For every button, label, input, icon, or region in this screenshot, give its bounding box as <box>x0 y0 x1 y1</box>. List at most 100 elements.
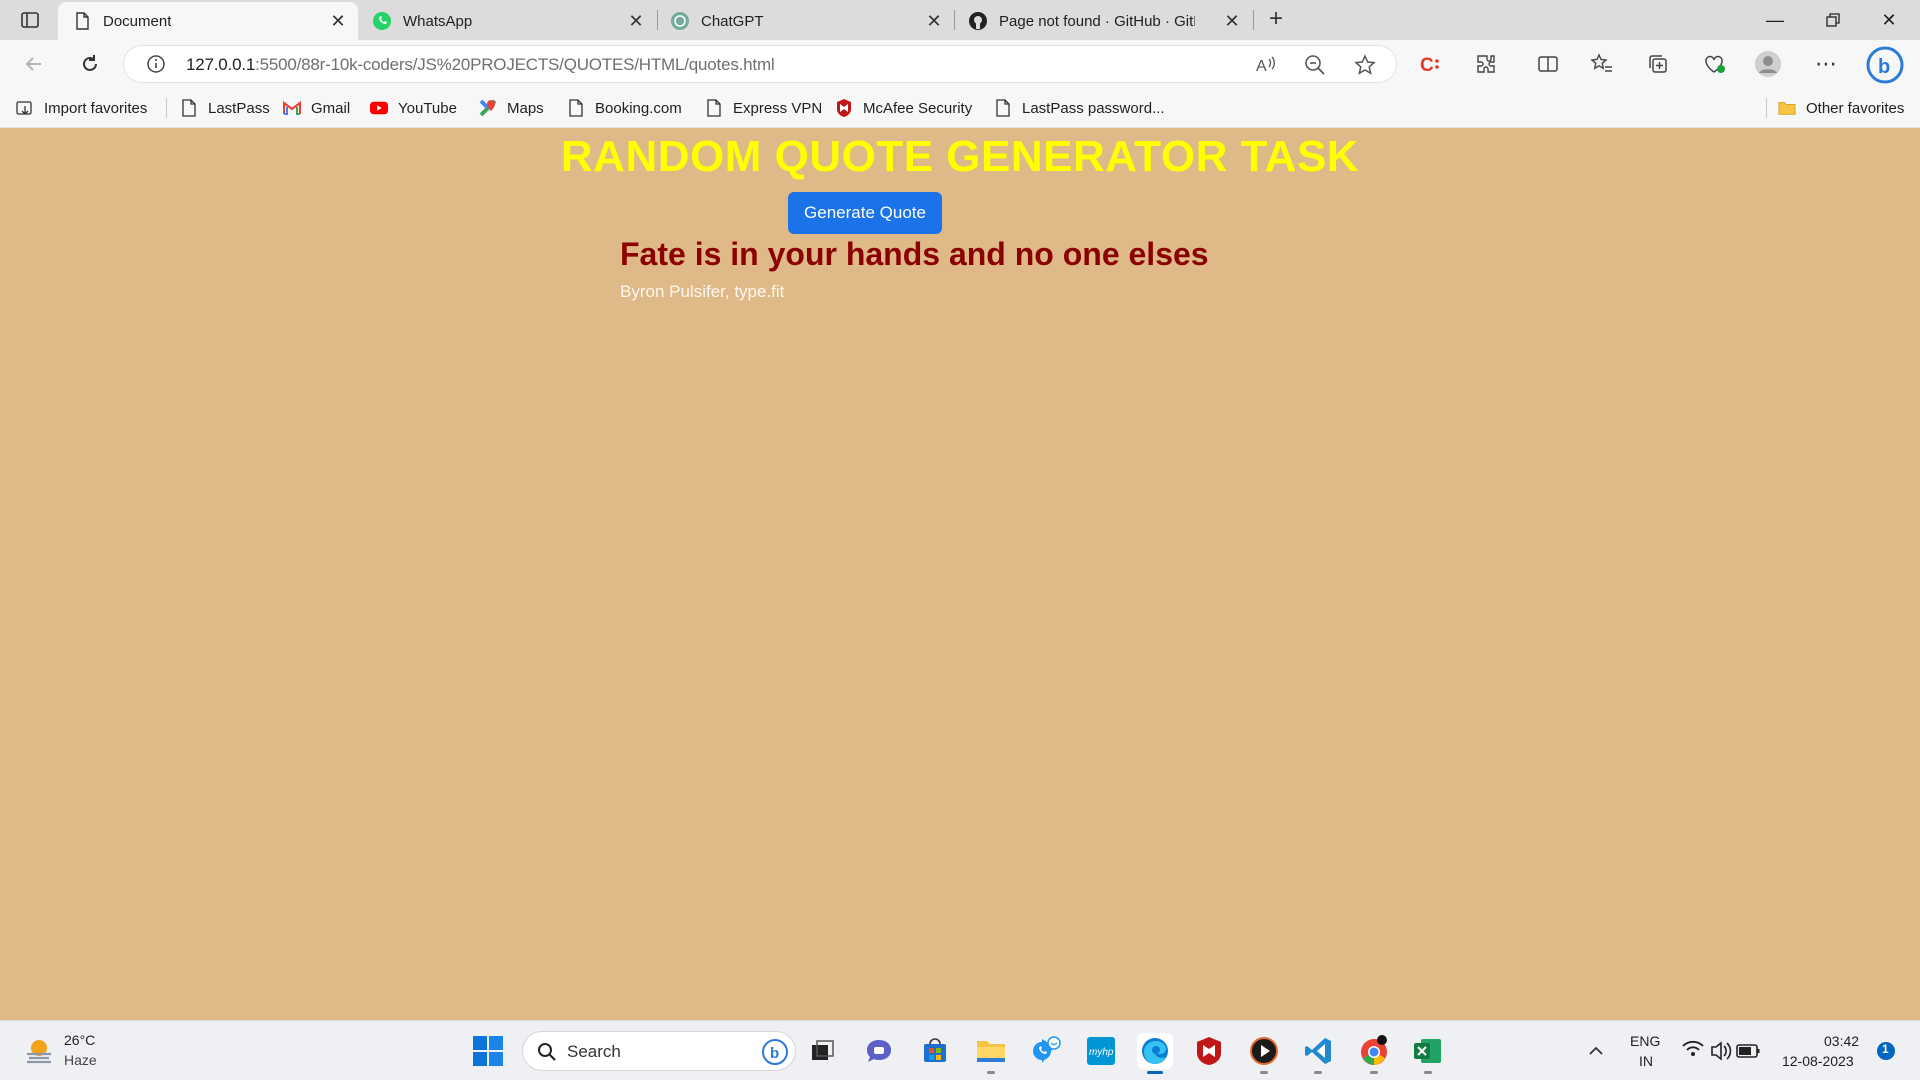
generate-quote-button[interactable]: Generate Quote <box>788 192 942 234</box>
edge-browser-icon[interactable] <box>1137 1033 1173 1074</box>
tab-github[interactable]: Page not found · GitHub · GitHub ✕ <box>954 2 1252 40</box>
collections-icon[interactable] <box>1644 50 1672 78</box>
show-hidden-icons[interactable] <box>1586 1021 1606 1080</box>
myhp-icon[interactable]: myhp <box>1083 1033 1119 1069</box>
close-window-button[interactable]: ✕ <box>1866 6 1912 34</box>
gmail-icon <box>283 99 301 117</box>
quote-author: Byron Pulsifer, type.fit <box>620 282 785 301</box>
favorite-import[interactable]: Import favorites <box>16 96 147 120</box>
favorite-youtube[interactable]: YouTube <box>370 96 457 120</box>
more-menu-icon[interactable]: ⋯ <box>1812 50 1840 78</box>
favorite-label: Express VPN <box>733 99 823 117</box>
page-icon <box>180 99 198 117</box>
favorite-booking[interactable]: Booking.com <box>567 96 682 120</box>
favorite-label: Booking.com <box>595 99 682 117</box>
weather-widget[interactable]: 26°C Haze <box>20 1030 130 1072</box>
maps-icon <box>479 99 497 117</box>
whatsapp-desktop-icon[interactable] <box>1029 1033 1065 1069</box>
battery-icon <box>1736 1044 1760 1058</box>
other-favorites-label: Other favorites <box>1806 99 1905 117</box>
clock-date: 12-08-2023 <box>1782 1053 1854 1069</box>
favorite-gmail[interactable]: Gmail <box>283 96 350 120</box>
browser-toolbar: 127.0.0.1:5500/88r-10k-coders/JS%20PROJE… <box>0 40 1920 88</box>
close-icon[interactable]: ✕ <box>1222 11 1242 31</box>
svg-text:A: A <box>1256 58 1267 75</box>
bing-copilot-icon[interactable]: b <box>1866 46 1904 84</box>
profile-avatar[interactable] <box>1754 50 1782 78</box>
tab-title: WhatsApp <box>403 13 473 30</box>
page-icon <box>705 99 723 117</box>
taskbar: 26°C Haze Search b myhp ENG IN 03:42 12-… <box>0 1020 1920 1080</box>
favorite-lastpass-password[interactable]: LastPass password... <box>994 96 1165 120</box>
system-status-group[interactable] <box>1680 1021 1764 1080</box>
coupons-extension-icon[interactable]: C <box>1416 50 1444 78</box>
tab-title: Page not found · GitHub · GitHub <box>999 13 1195 30</box>
github-icon <box>968 11 988 31</box>
browser-essentials-icon[interactable] <box>1700 50 1728 78</box>
media-player-icon[interactable] <box>1246 1033 1282 1074</box>
page-title: RANDOM QUOTE GENERATOR TASK <box>560 132 1360 181</box>
address-bar[interactable]: 127.0.0.1:5500/88r-10k-coders/JS%20PROJE… <box>124 46 1396 82</box>
page-content: RANDOM QUOTE GENERATOR TASK Generate Quo… <box>0 128 1920 1020</box>
close-icon[interactable]: ✕ <box>328 11 348 31</box>
favorite-lastpass[interactable]: LastPass <box>180 96 270 120</box>
read-aloud-icon[interactable]: A <box>1254 54 1276 76</box>
tab-whatsapp[interactable]: WhatsApp ✕ <box>358 2 656 40</box>
chatgpt-icon <box>670 11 690 31</box>
language-code: ENG <box>1630 1033 1661 1049</box>
region-code: IN <box>1639 1053 1653 1069</box>
search-icon <box>537 1042 557 1062</box>
svg-text:b: b <box>1878 56 1890 78</box>
extensions-icon[interactable] <box>1472 50 1500 78</box>
tab-chatgpt[interactable]: ChatGPT ✕ <box>656 2 954 40</box>
tab-separator <box>1253 10 1254 30</box>
notification-count: 1 <box>1882 1042 1889 1056</box>
tab-title: ChatGPT <box>701 13 764 30</box>
favorite-star-icon[interactable] <box>1354 54 1376 76</box>
split-screen-icon[interactable] <box>1534 50 1562 78</box>
taskbar-search-box[interactable]: Search b <box>522 1031 796 1071</box>
vscode-icon[interactable] <box>1300 1033 1336 1074</box>
weather-condition: Haze <box>64 1052 97 1068</box>
minimize-button[interactable]: — <box>1752 6 1798 34</box>
favorite-maps[interactable]: Maps <box>479 96 544 120</box>
new-tab-button[interactable]: + <box>1262 7 1290 32</box>
other-favorites[interactable]: Other favorites <box>1778 96 1904 120</box>
tab-title: Document <box>103 13 172 30</box>
bing-icon: b <box>761 1038 789 1066</box>
zoom-out-icon[interactable] <box>1304 54 1326 76</box>
language-indicator[interactable]: ENG IN <box>1630 1021 1666 1080</box>
excel-icon[interactable] <box>1410 1033 1446 1074</box>
file-explorer-icon[interactable] <box>973 1033 1009 1074</box>
tab-strip: Document ✕ WhatsApp ✕ ChatGPT ✕ Page not… <box>0 0 1920 40</box>
wifi-icon <box>1682 1040 1704 1056</box>
tab-document[interactable]: Document ✕ <box>58 2 358 40</box>
tab-actions-icon[interactable] <box>14 8 46 32</box>
microsoft-store-icon[interactable] <box>917 1033 953 1069</box>
favorites-separator <box>1766 98 1767 118</box>
svg-text:myhp: myhp <box>1089 1047 1114 1058</box>
refresh-button[interactable] <box>76 50 104 78</box>
svg-text:C: C <box>1420 55 1434 76</box>
notification-badge[interactable]: 1 <box>1874 1021 1898 1080</box>
favorite-label: LastPass password... <box>1022 99 1165 117</box>
close-icon[interactable]: ✕ <box>626 11 646 31</box>
mcafee-app-icon[interactable] <box>1191 1033 1227 1069</box>
favorite-label: YouTube <box>398 99 457 117</box>
back-button[interactable] <box>20 50 48 78</box>
favorite-expressvpn[interactable]: Express VPN <box>705 96 822 120</box>
search-placeholder: Search <box>567 1042 621 1061</box>
url-host: 127.0.0.1 <box>186 55 256 74</box>
info-icon[interactable] <box>146 54 166 74</box>
page-icon <box>72 11 92 31</box>
task-view-icon[interactable] <box>804 1033 840 1069</box>
close-icon[interactable]: ✕ <box>924 11 944 31</box>
clock[interactable]: 03:42 12-08-2023 <box>1778 1021 1868 1080</box>
restore-button[interactable] <box>1810 6 1856 34</box>
favorites-list-icon[interactable] <box>1588 50 1616 78</box>
chrome-icon[interactable] <box>1356 1033 1392 1074</box>
windows-start-icon[interactable] <box>472 1035 504 1067</box>
favorite-mcafee[interactable]: McAfee Security <box>835 96 972 120</box>
folder-icon <box>1778 99 1796 117</box>
teams-chat-icon[interactable] <box>861 1033 897 1069</box>
